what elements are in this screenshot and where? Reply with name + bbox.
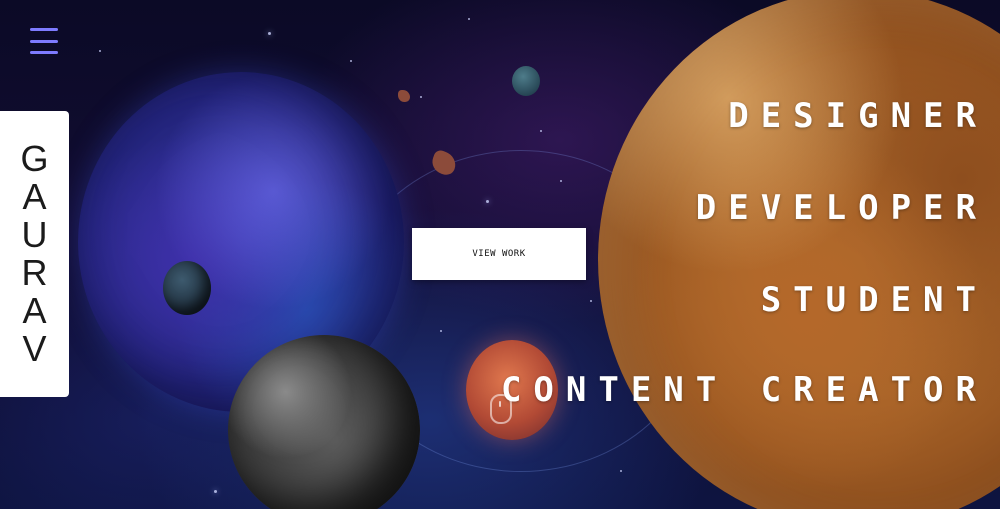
role-designer: DESIGNER: [728, 96, 988, 136]
role-content-creator: CONTENT CREATOR: [500, 370, 988, 410]
profile-name: GAURAV: [20, 138, 49, 369]
small-moon: [163, 261, 211, 315]
mouse-scroll-icon[interactable]: [490, 394, 512, 424]
menu-line: [30, 51, 58, 54]
teal-planet: [512, 66, 540, 96]
name-card: GAURAV: [0, 111, 69, 397]
star: [350, 60, 352, 62]
role-student: STUDENT: [760, 280, 988, 320]
star: [268, 32, 271, 35]
star: [420, 96, 422, 98]
star: [620, 470, 622, 472]
star: [468, 18, 470, 20]
menu-line: [30, 39, 58, 43]
star: [540, 130, 542, 132]
star: [214, 490, 217, 493]
hero-background: GAURAV VIEW WORK DESIGNER DEVELOPER STUD…: [0, 0, 1000, 509]
star: [99, 50, 101, 52]
menu-line: [30, 28, 58, 31]
hamburger-menu-icon[interactable]: [30, 28, 58, 54]
view-work-button[interactable]: VIEW WORK: [412, 228, 586, 280]
role-developer: DEVELOPER: [695, 188, 988, 228]
orange-planet: [598, 0, 1000, 509]
asteroid: [398, 90, 410, 102]
